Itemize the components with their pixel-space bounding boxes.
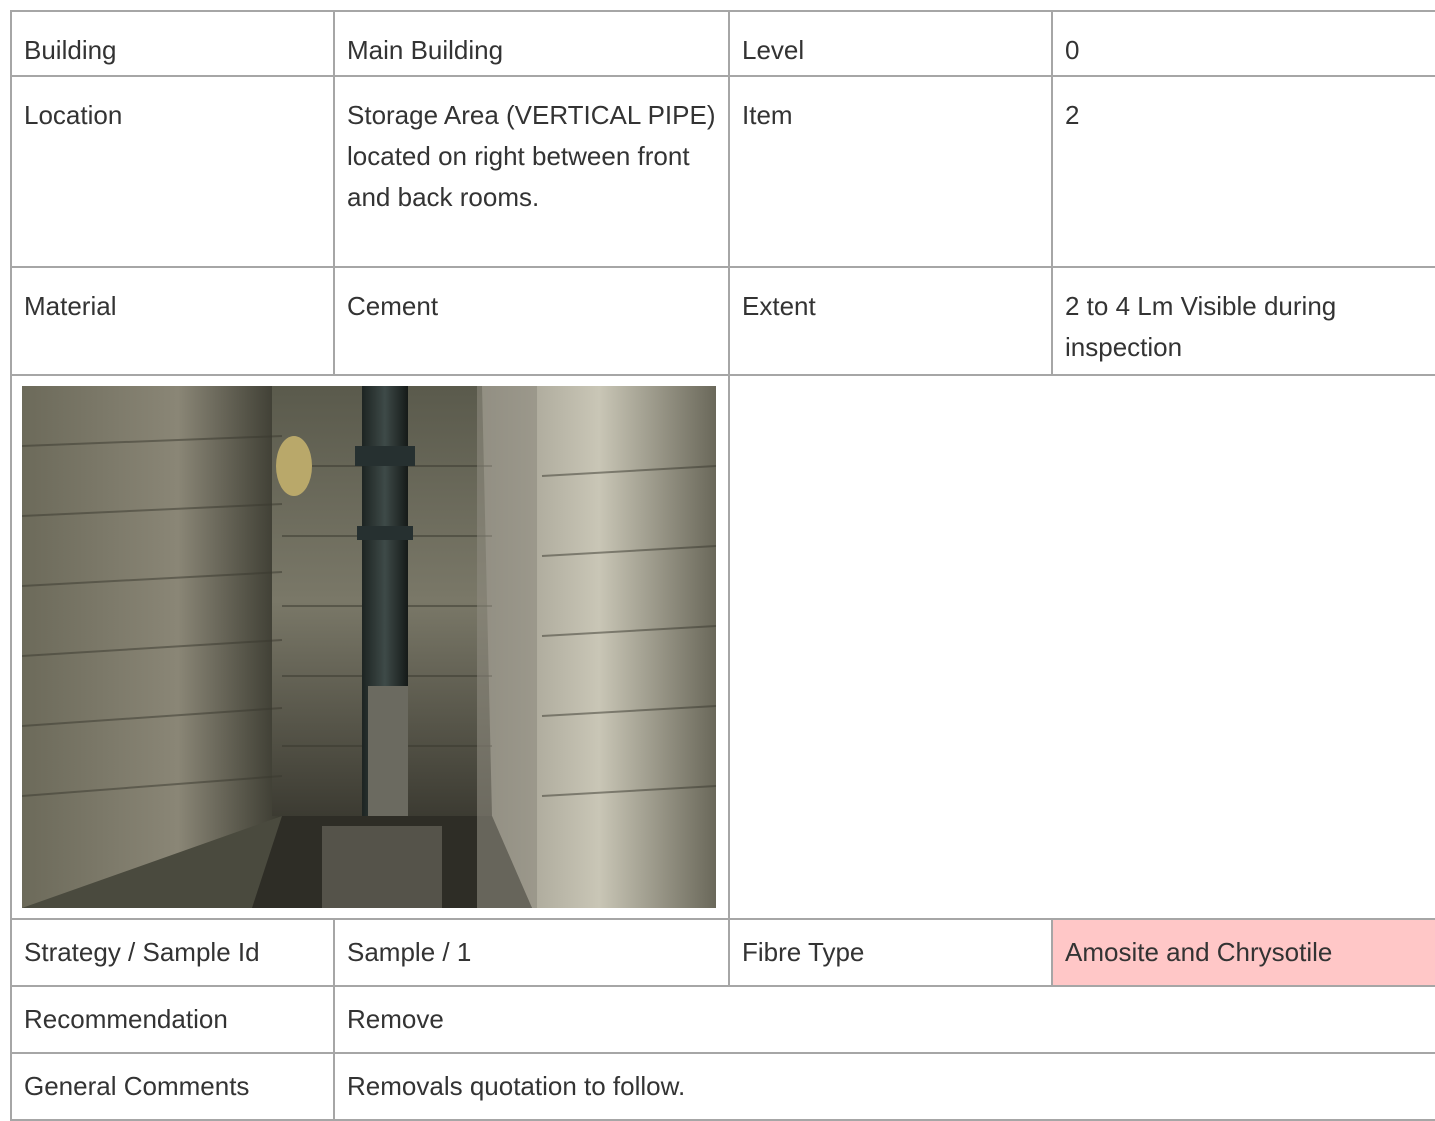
strategy-row: Strategy / Sample Id Sample / 1 Fibre Ty… xyxy=(10,918,1435,987)
material-row: Material Cement Extent 2 to 4 Lm Visible… xyxy=(10,266,1435,376)
storage-area-pipe-photo xyxy=(22,386,716,908)
building-label: Building xyxy=(10,10,335,77)
asbestos-register-table: Building Main Building Level 0 Location … xyxy=(10,10,1435,1121)
item-value: 2 xyxy=(1051,75,1435,268)
comments-row: General Comments Removals quotation to f… xyxy=(10,1052,1435,1121)
location-row: Location Storage Area (VERTICAL PIPE) lo… xyxy=(10,75,1435,268)
recommendation-row: Recommendation Remove xyxy=(10,985,1435,1054)
location-label: Location xyxy=(10,75,335,268)
strategy-label: Strategy / Sample Id xyxy=(10,918,335,987)
level-value: 0 xyxy=(1051,10,1435,77)
photo-cell xyxy=(10,374,730,920)
level-label: Level xyxy=(728,10,1053,77)
fibre-type-label: Fibre Type xyxy=(728,918,1053,987)
photo-empty-cell xyxy=(728,374,1435,920)
item-label: Item xyxy=(728,75,1053,268)
material-value: Cement xyxy=(333,266,730,376)
building-row: Building Main Building Level 0 xyxy=(10,10,1435,77)
photo-row xyxy=(10,374,1435,920)
extent-value: 2 to 4 Lm Visible during inspection xyxy=(1051,266,1435,376)
strategy-value: Sample / 1 xyxy=(333,918,730,987)
location-value: Storage Area (VERTICAL PIPE) located on … xyxy=(333,75,730,268)
comments-value: Removals quotation to follow. xyxy=(333,1052,1435,1121)
comments-label: General Comments xyxy=(10,1052,335,1121)
recommendation-value: Remove xyxy=(333,985,1435,1054)
material-label: Material xyxy=(10,266,335,376)
building-value: Main Building xyxy=(333,10,730,77)
recommendation-label: Recommendation xyxy=(10,985,335,1054)
extent-label: Extent xyxy=(728,266,1053,376)
fibre-type-value: Amosite and Chrysotile xyxy=(1051,918,1435,987)
